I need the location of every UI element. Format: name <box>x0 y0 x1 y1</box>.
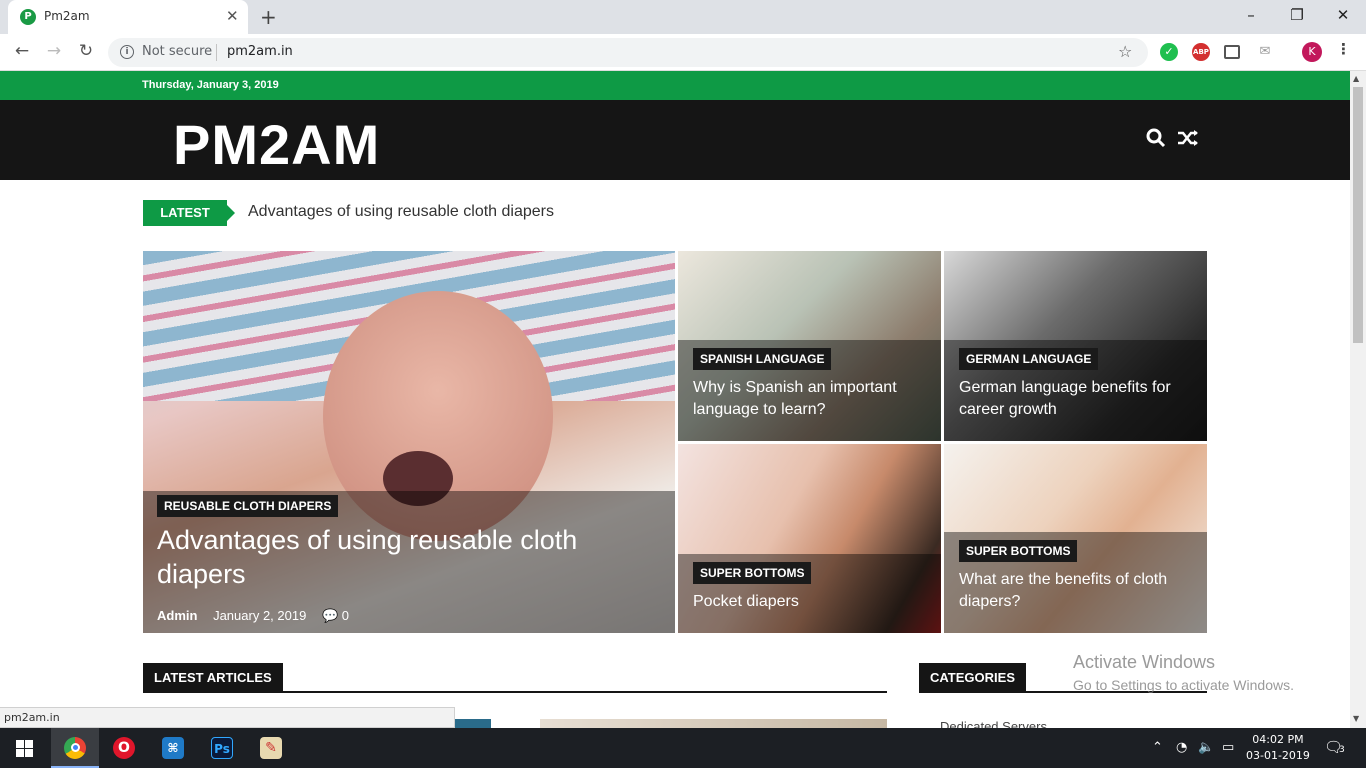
category-link[interactable]: Dedicated Servers <box>940 719 1047 728</box>
divider <box>216 44 217 61</box>
featured-card-spanish[interactable]: SPANISH LANGUAGE Why is Spanish an impor… <box>678 251 941 441</box>
menu-icon[interactable]: ⋮ <box>1336 40 1351 58</box>
restore-icon[interactable]: ❐ <box>1282 6 1312 24</box>
security-label: Not secure <box>142 44 213 59</box>
wifi-icon[interactable]: ◔ <box>1176 740 1187 755</box>
forward-icon[interactable]: → <box>42 41 66 61</box>
category-badge[interactable]: SPANISH LANGUAGE <box>693 348 832 370</box>
scroll-thumb[interactable] <box>1353 87 1363 343</box>
close-tab-icon[interactable]: ✕ <box>226 7 239 25</box>
scroll-down-icon[interactable]: ▼ <box>1353 714 1359 723</box>
reload-icon[interactable]: ↻ <box>74 41 98 61</box>
featured-card-main[interactable]: REUSABLE CLOTH DIAPERS Advantages of usi… <box>143 251 675 633</box>
category-badge[interactable]: SUPER BOTTOMS <box>693 562 812 584</box>
post-author[interactable]: Admin <box>157 608 197 623</box>
opera-icon: O <box>113 737 135 759</box>
taskbar-paint[interactable]: ✎ <box>247 728 295 768</box>
browser-toolbar: ← → ↻ i Not secure pm2am.in ☆ ✓ ABP ✉ K … <box>0 34 1366 71</box>
latest-articles-header: LATEST ARTICLES <box>143 663 887 693</box>
card-title[interactable]: What are the benefits of cloth diapers? <box>959 569 1199 613</box>
speaker-muted-icon[interactable]: 🔈 <box>1198 740 1214 755</box>
category-badge[interactable]: GERMAN LANGUAGE <box>959 348 1099 370</box>
notification-count: 3 <box>1339 745 1345 755</box>
featured-card-benefits[interactable]: SUPER BOTTOMS What are the benefits of c… <box>944 444 1207 633</box>
paint-icon: ✎ <box>260 737 282 759</box>
web-page: Thursday, January 3, 2019 PM2AM LATEST A… <box>0 71 1350 728</box>
search-icon[interactable] <box>1146 128 1166 153</box>
card-title[interactable]: German language benefits for career grow… <box>959 377 1199 421</box>
new-tab-button[interactable]: + <box>260 5 277 29</box>
scroll-up-icon[interactable]: ▲ <box>1353 74 1359 83</box>
category-badge[interactable]: REUSABLE CLOTH DIAPERS <box>157 495 339 517</box>
tray-chevron-icon[interactable]: ⌃ <box>1152 740 1163 755</box>
url-text[interactable]: pm2am.in <box>227 44 293 59</box>
current-date: Thursday, January 3, 2019 <box>142 79 279 91</box>
article-thumbnail[interactable] <box>453 719 491 728</box>
window-close-icon[interactable]: ✕ <box>1328 6 1358 24</box>
site-logo[interactable]: PM2AM <box>173 112 380 177</box>
clock-time: 04:02 PM <box>1252 733 1304 746</box>
latest-headline-link[interactable]: Advantages of using reusable cloth diape… <box>248 203 554 221</box>
screenshot-extension-icon[interactable] <box>1224 45 1240 59</box>
featured-title[interactable]: Advantages of using reusable cloth diape… <box>157 523 637 591</box>
card-title[interactable]: Why is Spanish an important language to … <box>693 377 933 421</box>
clock-date: 03-01-2019 <box>1246 749 1310 762</box>
notification-center-icon[interactable]: 🗨3 <box>1324 738 1345 756</box>
info-icon[interactable]: i <box>120 45 134 59</box>
comment-icon: 💬 <box>321 608 339 623</box>
taskbar-opera[interactable]: O <box>100 728 148 768</box>
post-meta: Admin January 2, 2019 💬 0 <box>157 608 349 624</box>
tab-title: Pm2am <box>44 9 90 23</box>
page-scrollbar[interactable]: ▲ ▼ <box>1350 71 1366 728</box>
shuffle-icon[interactable] <box>1177 128 1199 153</box>
mail-extension-icon[interactable]: ✉ <box>1256 43 1274 61</box>
card-title[interactable]: Pocket diapers <box>693 591 933 613</box>
post-date: January 2, 2019 <box>213 608 307 623</box>
taskbar: O ⌘ Ps ✎ ⌃ ◔ 🔈 ▭ 04:02 PM 03-01-2019 🗨3 <box>0 728 1366 768</box>
favicon-icon: P <box>20 9 36 25</box>
minimize-icon[interactable]: – <box>1236 6 1266 24</box>
site-header: PM2AM <box>0 100 1350 180</box>
taskbar-chrome[interactable] <box>51 728 99 768</box>
photoshop-icon: Ps <box>211 737 233 759</box>
activation-watermark-text: Go to Settings to activate Windows. <box>1073 677 1294 693</box>
tab-strip: P Pm2am ✕ + – ❐ ✕ <box>0 0 1366 34</box>
featured-card-german[interactable]: GERMAN LANGUAGE German language benefits… <box>944 251 1207 441</box>
section-title: LATEST ARTICLES <box>143 663 283 693</box>
link-status-bubble: pm2am.in <box>0 707 455 728</box>
taskbar-photoshop[interactable]: Ps <box>198 728 246 768</box>
adblock-extension-icon[interactable]: ABP <box>1192 43 1210 61</box>
windows-icon <box>16 740 33 757</box>
chrome-icon <box>64 737 86 759</box>
start-button[interactable] <box>0 728 48 768</box>
battery-icon[interactable]: ▭ <box>1222 740 1234 755</box>
taskbar-clock[interactable]: 04:02 PM 03-01-2019 <box>1246 732 1310 764</box>
date-bar: Thursday, January 3, 2019 <box>0 71 1350 100</box>
profile-avatar[interactable]: K <box>1302 42 1322 62</box>
browser-tab[interactable]: P Pm2am ✕ <box>8 0 248 34</box>
comment-count[interactable]: 0 <box>342 608 349 623</box>
check-extension-icon[interactable]: ✓ <box>1160 43 1178 61</box>
address-bar[interactable]: i Not secure pm2am.in ☆ <box>108 38 1148 67</box>
activation-watermark-title: Activate Windows <box>1073 652 1216 672</box>
bookmark-star-icon[interactable]: ☆ <box>1118 42 1132 61</box>
category-badge[interactable]: SUPER BOTTOMS <box>959 540 1078 562</box>
article-thumbnail[interactable] <box>540 719 887 728</box>
taskbar-vscode[interactable]: ⌘ <box>149 728 197 768</box>
section-title: CATEGORIES <box>919 663 1026 693</box>
featured-card-pocket-diapers[interactable]: SUPER BOTTOMS Pocket diapers <box>678 444 941 633</box>
latest-label: LATEST <box>143 200 235 226</box>
back-icon[interactable]: ← <box>10 41 34 61</box>
vscode-icon: ⌘ <box>162 737 184 759</box>
